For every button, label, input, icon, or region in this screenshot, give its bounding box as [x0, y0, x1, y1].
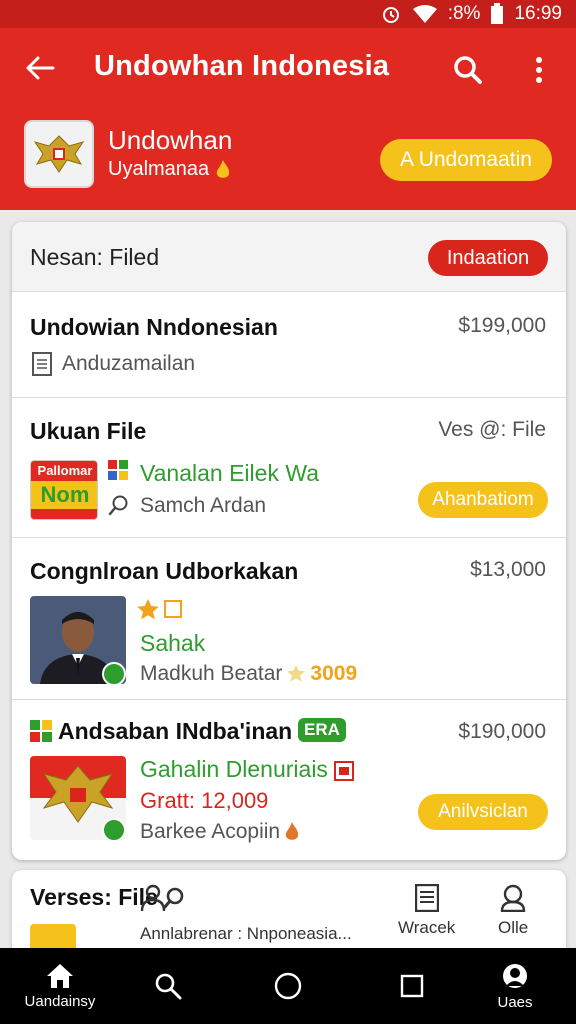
- peek-tab-annlabrenar[interactable]: Annlabrenar : Nnponeasia...: [140, 884, 352, 943]
- clock: 16:99: [514, 3, 562, 24]
- item-line2: Madkuh Beatar 3009: [140, 662, 357, 686]
- item-line3-text: Barkee Acopiin: [140, 820, 281, 843]
- item-title: Congnlroan Udborkakan: [30, 558, 299, 584]
- peek-tab-wracek[interactable]: Wracek: [398, 884, 455, 938]
- install-button[interactable]: A Undomaatin: [380, 139, 552, 181]
- app-name: Undowhan: [108, 125, 233, 155]
- thumb-footer: [31, 509, 97, 519]
- flame-icon: [285, 822, 299, 840]
- calendar-icon: [333, 760, 354, 781]
- item-line2: Samch Ardan: [140, 494, 267, 517]
- profile-icon: [503, 963, 527, 988]
- search-button[interactable]: [448, 50, 488, 90]
- list-item[interactable]: Ukuan File Ves @: File Pallomar Nom Vana…: [12, 398, 566, 538]
- item-meta: Anduzamailan: [62, 352, 196, 375]
- circle-home-icon: [274, 972, 302, 1000]
- peek-tab-label: Wracek: [398, 918, 456, 937]
- battery-percent: :8%: [447, 3, 481, 24]
- item-action-button[interactable]: Anilvsiclan: [418, 794, 548, 830]
- verified-badge-icon: [102, 662, 126, 686]
- item-thumbnail: Pallomar Nom: [30, 460, 98, 520]
- item-action-button[interactable]: Ahanbatiom: [418, 482, 548, 518]
- search-icon: [454, 56, 482, 84]
- checkbox-icon: [164, 600, 182, 618]
- item-line1: Vanalan Eilek Wa: [140, 460, 319, 486]
- verified-badge-icon: [102, 818, 126, 842]
- nav-search[interactable]: [148, 948, 188, 1024]
- grid-app-icon: [108, 460, 128, 480]
- nav-profile-label: Uaes: [497, 993, 533, 1011]
- search-small-icon: [108, 495, 128, 516]
- section-title-text: Verses: File: [30, 884, 158, 910]
- thumb-banner-text: Pallomar: [31, 461, 97, 481]
- square-recents-icon: [400, 974, 424, 998]
- list-item[interactable]: Andsaban INdba'inan ERA $190,000 Gahalin…: [12, 700, 566, 860]
- list-item[interactable]: Undowian Nndonesian $199,000 Anduzamaila…: [12, 292, 566, 398]
- status-bar: :8% 16:99: [0, 0, 576, 28]
- item-line1: Sahak: [140, 630, 206, 656]
- bottom-peek-section: Verses: File Annlabrenar : Nnponeasia...…: [12, 870, 566, 960]
- card-header: Nesan: Filed Indaation: [12, 222, 566, 292]
- person-icon: [500, 884, 526, 912]
- star-icon: [137, 599, 159, 620]
- star-outline-icon: [287, 664, 306, 682]
- flame-icon: [217, 159, 230, 178]
- nav-profile[interactable]: Uaes: [482, 948, 548, 1024]
- home-icon: [47, 963, 73, 988]
- thumb-main-text: Nom: [31, 481, 97, 509]
- app-subtitle: Uyalmanaa: [108, 158, 231, 181]
- app-subtitle-text: Uyalmanaa: [108, 158, 210, 180]
- item-line1-text: Gahalin Dlenuriais: [140, 756, 328, 782]
- nav-home-circle[interactable]: [268, 948, 308, 1024]
- item-price: $199,000: [458, 314, 546, 337]
- item-line2: Gratt: 12,009: [140, 788, 269, 813]
- garuda-emblem-icon: [33, 135, 85, 173]
- bottom-nav-bar: Uandainsy Uaes: [0, 948, 576, 1024]
- app-bar: Undowhan Indonesia Undowhan Uyalmanaa A …: [0, 28, 576, 210]
- battery-icon: [490, 3, 504, 25]
- item-price: $190,000: [458, 720, 546, 743]
- peek-tab-label: Olle: [498, 918, 529, 937]
- back-button[interactable]: [22, 50, 58, 86]
- item-line3: Barkee Acopiin: [140, 820, 300, 844]
- item-title: Andsaban INdba'inan: [58, 718, 293, 744]
- card-header-label: Nesan: Filed: [30, 244, 160, 270]
- app-logo: [24, 120, 94, 188]
- person-icon: [140, 884, 166, 912]
- nav-home-label: Uandainsy: [24, 992, 96, 1010]
- back-arrow-icon: [26, 56, 55, 80]
- document-icon: [414, 884, 439, 912]
- nav-home[interactable]: Uandainsy: [20, 948, 100, 1024]
- era-tag: ERA: [298, 718, 346, 742]
- alarm-icon: [380, 3, 402, 25]
- page-title: Undowhan Indonesia: [94, 50, 390, 82]
- item-title: Ukuan File: [30, 418, 147, 444]
- list-item[interactable]: Congnlroan Udborkakan $13,000 Sahak Madk…: [12, 538, 566, 700]
- more-vert-icon: [536, 57, 542, 83]
- item-price: $13,000: [470, 558, 546, 581]
- item-right-text: Ves @: File: [438, 418, 546, 441]
- grid-app-icon: [30, 720, 52, 742]
- file-list-card: Nesan: Filed Indaation Undowian Nndonesi…: [12, 222, 566, 860]
- document-icon: [32, 352, 52, 376]
- peek-tab-olle[interactable]: Olle: [498, 884, 528, 938]
- item-rating-value: 3009: [310, 662, 358, 685]
- wifi-icon: [412, 4, 438, 24]
- nav-recents[interactable]: [392, 948, 432, 1024]
- header-badge-button[interactable]: Indaation: [428, 240, 548, 276]
- peek-tab-label: Annlabrenar : Nnponeasia...: [140, 924, 352, 943]
- search-icon: [155, 973, 182, 1000]
- item-line2-text: Madkuh Beatar: [140, 662, 283, 685]
- overflow-menu-button[interactable]: [522, 50, 556, 90]
- item-title: Undowian Nndonesian: [30, 314, 278, 340]
- item-line1: Gahalin Dlenuriais: [140, 756, 354, 783]
